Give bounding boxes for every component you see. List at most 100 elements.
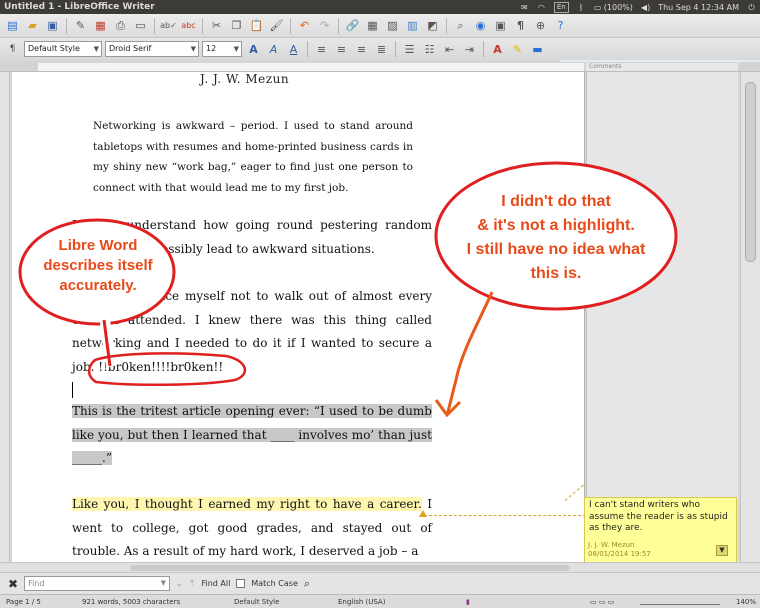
align-center-icon[interactable]: ≡ (333, 41, 350, 58)
close-icon[interactable]: ✖ (8, 577, 18, 591)
power-icon[interactable]: ⏻ (747, 3, 756, 12)
left-callout-line-1: Libre Word (58, 237, 138, 254)
comment-text[interactable]: I can't stand writers who assume the rea… (589, 500, 732, 535)
keyboard-indicator[interactable]: En (553, 1, 569, 13)
spellcheck-icon[interactable]: ab✓ (160, 17, 177, 34)
zoom-slider[interactable] (640, 599, 720, 605)
justify-icon[interactable]: ≣ (373, 41, 390, 58)
left-callout-line-3: accurately. (59, 277, 137, 294)
clone-format-icon[interactable]: 🖌 (268, 17, 285, 34)
scroll-thumb[interactable] (130, 565, 570, 571)
print-preview-icon[interactable]: ▭ (132, 17, 149, 34)
bold-icon[interactable]: A (245, 41, 262, 58)
battery-indicator[interactable]: ▭ (100%) (594, 3, 633, 12)
comment-author: J. J. W. Mezun (588, 541, 635, 549)
toolbar-separator (202, 17, 203, 34)
standard-toolbar: ▤ ▰ ▣ ✎ ▦ ⎙ ▭ ab✓ abc ✂ ❐ 📋 🖌 ↶ ↷ 🔗 ▦ ▨ … (0, 14, 760, 38)
increase-indent-icon[interactable]: ⇥ (461, 41, 478, 58)
font-color-icon[interactable]: A (489, 41, 506, 58)
navigator-icon[interactable]: ◉ (472, 17, 489, 34)
paragraph-3[interactable]: This is the tritest article opening ever… (72, 400, 432, 471)
undo-icon[interactable]: ↶ (296, 17, 313, 34)
background-color-icon[interactable]: ▬ (529, 41, 546, 58)
scroll-thumb[interactable] (745, 82, 756, 262)
volume-icon[interactable]: ◀) (641, 3, 650, 12)
image-icon[interactable]: ▨ (384, 17, 401, 34)
gallery-icon[interactable]: ▣ (492, 17, 509, 34)
find-previous-icon[interactable]: ⌄ (176, 579, 183, 588)
toolbar-separator (154, 17, 155, 34)
hyperlink-icon[interactable]: 🔗 (344, 17, 361, 34)
help-icon[interactable]: ? (552, 17, 569, 34)
opening-quote[interactable]: Networking is awkward – period. I used t… (93, 116, 413, 198)
match-case-checkbox[interactable] (236, 579, 246, 588)
align-right-icon[interactable]: ≡ (353, 41, 370, 58)
new-document-icon[interactable]: ▤ (4, 17, 21, 34)
right-callout-line-4: this is. (530, 265, 582, 282)
horizontal-scrollbar[interactable] (0, 562, 760, 572)
language[interactable]: English (USA) (338, 598, 385, 606)
redo-icon[interactable]: ↷ (316, 17, 333, 34)
clock[interactable]: Thu Sep 4 12:34 AM (658, 3, 739, 12)
find-input[interactable]: Find ▼ (24, 576, 171, 591)
save-icon[interactable]: ▣ (44, 17, 61, 34)
open-folder-icon[interactable]: ▰ (24, 17, 41, 34)
underline-icon[interactable]: A (285, 41, 302, 58)
find-all-button[interactable]: Find All (201, 579, 230, 588)
find-replace-icon[interactable]: ⌕ (452, 17, 469, 34)
edit-file-icon[interactable]: ✎ (72, 17, 89, 34)
grey-shaded-text: This is the tritest article opening ever… (72, 404, 432, 465)
wifi-icon[interactable]: ◠ (537, 3, 546, 12)
chart-icon[interactable]: ▥ (404, 17, 421, 34)
chat-icon[interactable]: ✉ (520, 3, 529, 12)
align-left-icon[interactable]: ≡ (313, 41, 330, 58)
bluetooth-icon[interactable]: ᛒ (577, 3, 586, 12)
copy-icon[interactable]: ❐ (228, 17, 245, 34)
font-name-value: Droid Serif (109, 44, 152, 53)
paragraph-4[interactable]: Like you, I thought I earned my right to… (72, 493, 432, 564)
text-cursor (72, 382, 73, 398)
autospell-icon[interactable]: abc (180, 17, 197, 34)
word-count[interactable]: 921 words, 5003 characters (82, 598, 180, 606)
ruler-page-area (38, 63, 584, 71)
vertical-ruler[interactable] (0, 72, 10, 562)
comment-anchor-line (424, 515, 586, 516)
bullets-icon[interactable]: ☷ (421, 41, 438, 58)
paragraph-2[interactable]: I would convince myself not to walk out … (72, 285, 432, 379)
chevron-down-icon: ▼ (93, 45, 99, 53)
italic-icon[interactable]: A (265, 41, 282, 58)
chevron-down-icon[interactable]: ▼ (161, 577, 166, 590)
right-callout-line-1: I didn't do that (501, 193, 611, 210)
highlight-icon[interactable]: ✎ (509, 41, 526, 58)
table-icon[interactable]: ▦ (364, 17, 381, 34)
find-next-icon[interactable]: ⇡ (189, 579, 196, 588)
decrease-indent-icon[interactable]: ⇤ (441, 41, 458, 58)
formatting-marks-icon[interactable]: ¶ (512, 17, 529, 34)
document-author[interactable]: J. J. W. Mezun (200, 72, 320, 86)
font-size-select[interactable]: 12 ▼ (202, 41, 242, 57)
vertical-scrollbar[interactable] (740, 72, 760, 562)
cut-icon[interactable]: ✂ (208, 17, 225, 34)
toolbar-separator (290, 17, 291, 34)
find-replace-icon[interactable]: ⌕ (304, 577, 310, 591)
horizontal-ruler[interactable]: Comments (0, 62, 760, 72)
numbering-icon[interactable]: ☰ (401, 41, 418, 58)
paragraph-style-select[interactable]: Default Style ▼ (24, 41, 102, 57)
page-indicator[interactable]: Page 1 / 5 (6, 598, 41, 606)
styles-icon[interactable]: ¶ (4, 41, 21, 58)
find-toolbar: ✖ Find ▼ ⌄ ⇡ Find All Match Case ⌕ (0, 572, 760, 594)
toolbar-separator (446, 17, 447, 34)
draw-functions-icon[interactable]: ◩ (424, 17, 441, 34)
view-layout-icons[interactable]: ▭ ▭ ▭ (590, 598, 614, 606)
page-style[interactable]: Default Style (234, 598, 279, 606)
zoom-icon[interactable]: ⊕ (532, 17, 549, 34)
print-icon[interactable]: ⎙ (112, 17, 129, 34)
battery-percent: (100%) (603, 2, 633, 12)
status-bar: Page 1 / 5 921 words, 5003 characters De… (0, 594, 760, 608)
toolbar-separator (338, 17, 339, 34)
comment-menu-button[interactable]: ▼ (716, 545, 728, 556)
font-name-select[interactable]: Droid Serif ▼ (105, 41, 199, 57)
export-pdf-icon[interactable]: ▦ (92, 17, 109, 34)
paste-icon[interactable]: 📋 (248, 17, 265, 34)
zoom-level[interactable]: 140% (736, 598, 756, 606)
